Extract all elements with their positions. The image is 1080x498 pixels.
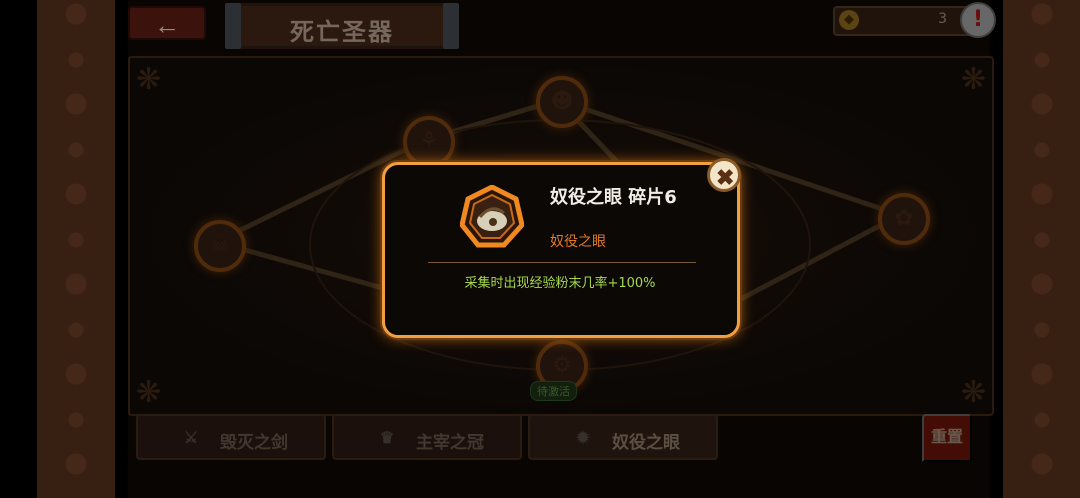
eye-fragment-icon — [460, 185, 524, 248]
dialog-effect-text: 采集时出现经验粉末几率+100% — [464, 276, 656, 291]
close-button[interactable]: ✖ — [707, 158, 741, 192]
dialog-title: 奴役之眼 碎片6 — [550, 187, 677, 208]
dialog-subtitle: 奴役之眼 — [550, 234, 606, 250]
dialog-divider — [428, 262, 696, 263]
